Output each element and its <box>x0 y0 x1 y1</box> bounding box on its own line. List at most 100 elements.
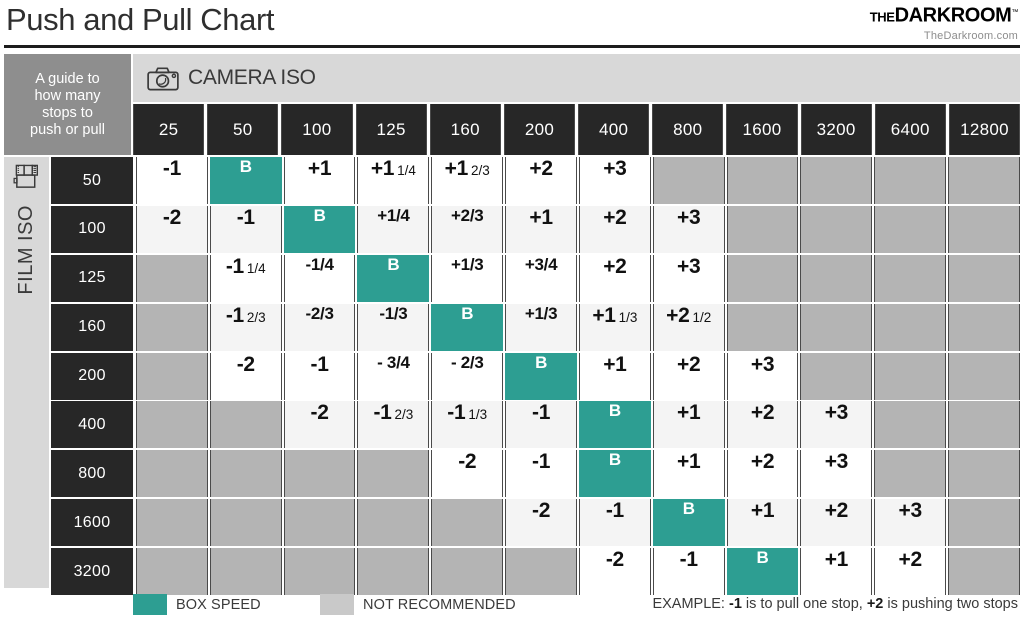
film-iso-label: FILM ISO <box>15 205 37 295</box>
cell-whole: +2 <box>666 303 690 327</box>
cell-content: -1 2/3 <box>226 304 266 328</box>
box-speed-label: BOX SPEED <box>176 596 261 613</box>
cell-whole: -1 <box>679 548 698 572</box>
cell-content: +1/3 <box>451 255 484 275</box>
cell-whole: B <box>387 254 400 274</box>
header-divider <box>4 45 1020 48</box>
column-header-100: 100 <box>281 104 353 155</box>
cell-stops: +1 <box>800 548 873 596</box>
table-row: 50 -1 B +1 +1 1/4 +1 2/3 +2 +3 <box>51 157 1020 204</box>
cell-stops: - 2/3 <box>431 352 504 400</box>
cell-not-recommended <box>209 548 282 596</box>
column-header-400: 400 <box>578 104 650 155</box>
cell-fraction: 2/3 <box>394 407 414 423</box>
cell-content: +1 1/3 <box>592 304 637 328</box>
cell-fraction: 1/4 <box>397 163 416 178</box>
cell-whole: -2 <box>236 352 255 376</box>
cell-box-speed: B <box>578 401 651 449</box>
cell-not-recommended <box>209 450 282 498</box>
cell-stops: +2 <box>505 157 577 204</box>
cell-content: +1 <box>308 157 332 181</box>
example-negative: -1 <box>729 596 742 612</box>
row-header-50: 50 <box>51 157 133 204</box>
cell-not-recommended <box>948 401 1020 449</box>
cell-stops: - 3/4 <box>357 352 430 400</box>
cell-not-recommended <box>948 254 1020 302</box>
cell-whole: -1/3 <box>379 303 408 323</box>
cell-whole: -2 <box>532 499 551 523</box>
row-cells: -2 -1 - 3/4 - 2/3 B +1 +2 +3 <box>136 352 1020 400</box>
cell-box-speed: B <box>578 450 651 498</box>
cell-stops: +1 <box>578 352 651 400</box>
cell-whole: -2/3 <box>305 303 334 323</box>
cell-whole: +3 <box>603 157 627 180</box>
cell-content: B <box>609 401 621 421</box>
cell-not-recommended <box>431 499 504 547</box>
cell-stops: +2 <box>726 401 799 449</box>
cell-whole: -1 <box>225 303 244 327</box>
cell-content: +3 <box>677 255 701 279</box>
cell-not-recommended <box>874 352 947 400</box>
cell-not-recommended <box>874 450 947 498</box>
cell-content: B <box>683 499 695 519</box>
cell-not-recommended <box>726 254 799 302</box>
cell-content: +2 <box>529 157 553 181</box>
cell-content: - 2/3 <box>451 353 484 373</box>
brand-the: THE <box>869 9 895 25</box>
cell-stops: +3 <box>652 205 725 253</box>
cell-whole: -1/4 <box>305 254 334 274</box>
cell-stops: +2 <box>578 254 651 302</box>
cell-fraction: 1/4 <box>246 260 266 276</box>
column-header-1600: 1600 <box>726 104 798 155</box>
cell-content: +2 <box>603 254 627 279</box>
cell-whole: +2 <box>529 157 553 180</box>
cell-not-recommended <box>948 303 1020 351</box>
cell-stops: -1 <box>505 401 577 449</box>
example-positive: +2 <box>866 596 884 612</box>
example-prefix: EXAMPLE: <box>652 596 729 612</box>
cell-not-recommended <box>209 401 282 449</box>
cell-content: -1 <box>532 450 550 474</box>
cell-stops: +1 <box>652 450 725 498</box>
cell-not-recommended <box>283 548 356 596</box>
cell-content: -1 <box>680 548 698 572</box>
column-header-6400: 6400 <box>874 104 946 155</box>
cell-content: +2 <box>824 499 849 523</box>
page-header: Push and Pull Chart THEDARKROOM™ TheDark… <box>0 0 1024 50</box>
cell-content: +3 <box>825 450 849 474</box>
cell-not-recommended <box>948 450 1020 498</box>
cell-not-recommended <box>874 254 947 302</box>
cell-stops: +3 <box>652 254 725 302</box>
cell-stops: -2 <box>431 450 504 498</box>
cell-content: -1 <box>237 206 255 230</box>
cell-whole: +2 <box>750 450 775 474</box>
table-row: 400 -2 -1 2/3 -1 1/3 -1 B +1 +2 +3 <box>51 401 1020 449</box>
cell-content: +2/3 <box>451 206 484 226</box>
cell-whole: - 3/4 <box>377 352 410 372</box>
cell-not-recommended <box>800 352 873 400</box>
cell-not-recommended <box>283 499 356 547</box>
row-cells: -2 -1 B +1/4 +2/3 +1 +2 +3 <box>136 205 1020 253</box>
cell-content: +2 <box>899 548 923 572</box>
chart-container: A guide to how many stops to push or pul… <box>4 54 1021 596</box>
trademark-mark: ™ <box>1011 9 1018 16</box>
cell-whole: B <box>313 205 326 225</box>
row-header-1600: 1600 <box>51 499 133 547</box>
cell-whole: -2 <box>310 401 329 425</box>
brand-dark: DARK <box>894 4 952 27</box>
row-cells: -2 -1 2/3 -1 1/3 -1 B +1 +2 +3 <box>136 401 1020 449</box>
cell-whole: +2 <box>603 254 627 278</box>
cell-stops: +3 <box>726 352 799 400</box>
cell-stops: +3 <box>578 157 651 204</box>
cell-whole: +2 <box>824 499 849 523</box>
cell-stops: +3 <box>874 499 947 547</box>
cell-stops: +1 <box>283 157 356 204</box>
cell-content: B <box>609 450 621 470</box>
cell-whole: +2 <box>750 401 775 425</box>
cell-stops: +1 1/4 <box>357 157 430 204</box>
cell-whole: -1 <box>532 450 551 474</box>
cell-content: +1 <box>603 353 627 377</box>
cell-content: -2 <box>237 353 255 377</box>
legend-footer: BOX SPEED NOT RECOMMENDED EXAMPLE: -1 is… <box>0 592 1024 620</box>
cell-box-speed: B <box>283 205 356 253</box>
